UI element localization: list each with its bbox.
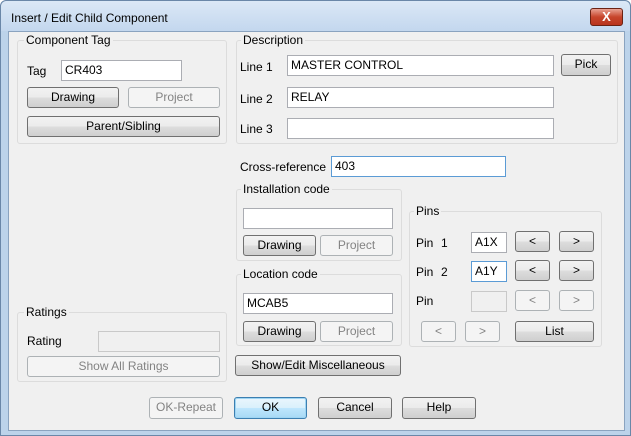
ok-repeat-button[interactable]: OK-Repeat xyxy=(149,397,223,419)
pin1-label: Pin xyxy=(416,236,434,250)
installation-drawing-button[interactable]: Drawing xyxy=(243,235,316,256)
pin2-number: 2 xyxy=(441,265,448,279)
pin1-next-button[interactable]: > xyxy=(559,231,594,252)
line2-label: Line 2 xyxy=(240,92,273,106)
line1-label: Line 1 xyxy=(240,60,273,74)
pins-title: Pins xyxy=(414,204,442,218)
tag-drawing-button[interactable]: Drawing xyxy=(27,87,119,108)
show-all-ratings-button[interactable]: Show All Ratings xyxy=(27,356,220,377)
ratings-title: Ratings xyxy=(24,305,69,319)
pin2-next-button[interactable]: > xyxy=(559,260,594,281)
parent-sibling-button[interactable]: Parent/Sibling xyxy=(27,116,220,137)
location-project-button[interactable]: Project xyxy=(320,321,393,342)
line2-input[interactable]: RELAY xyxy=(287,87,554,108)
pin2-label: Pin xyxy=(416,265,434,279)
pin2-input[interactable]: A1Y xyxy=(471,261,507,282)
cross-reference-input[interactable]: 403 xyxy=(331,156,506,177)
close-icon[interactable]: X xyxy=(590,8,623,26)
installation-code-input[interactable] xyxy=(243,208,393,229)
title-bar[interactable]: Insert / Edit Child Component X xyxy=(1,1,630,31)
tag-input[interactable]: CR403 xyxy=(61,60,182,81)
pin3-input[interactable] xyxy=(471,291,507,312)
tag-label: Tag xyxy=(27,64,47,78)
pins-page-prev-button[interactable]: < xyxy=(421,321,456,342)
ok-button[interactable]: OK xyxy=(234,397,307,419)
dialog-window: Insert / Edit Child Component X Componen… xyxy=(0,0,631,436)
line3-input[interactable] xyxy=(287,118,554,139)
pin3-next-button[interactable]: > xyxy=(559,290,594,311)
location-code-title: Location code xyxy=(241,267,320,281)
pins-page-next-button[interactable]: > xyxy=(465,321,500,342)
pin2-prev-button[interactable]: < xyxy=(515,260,550,281)
component-tag-title: Component Tag xyxy=(24,33,113,47)
location-drawing-button[interactable]: Drawing xyxy=(243,321,316,342)
pins-list-button[interactable]: List xyxy=(515,321,594,342)
description-title: Description xyxy=(241,33,306,47)
help-button[interactable]: Help xyxy=(402,397,476,419)
line3-label: Line 3 xyxy=(240,122,273,136)
rating-input[interactable] xyxy=(98,331,220,352)
pin1-prev-button[interactable]: < xyxy=(515,231,550,252)
pick-button[interactable]: Pick xyxy=(561,54,611,76)
tag-project-button[interactable]: Project xyxy=(128,87,220,108)
pin1-number: 1 xyxy=(441,236,448,250)
installation-project-button[interactable]: Project xyxy=(320,235,393,256)
cross-reference-label: Cross-reference xyxy=(240,160,327,174)
pin3-label: Pin xyxy=(416,294,434,308)
rating-label: Rating xyxy=(27,334,62,348)
cancel-button[interactable]: Cancel xyxy=(318,397,392,419)
show-edit-miscellaneous-button[interactable]: Show/Edit Miscellaneous xyxy=(235,355,401,376)
installation-code-title: Installation code xyxy=(241,182,332,196)
pin1-input[interactable]: A1X xyxy=(471,232,507,253)
window-title: Insert / Edit Child Component xyxy=(11,11,168,25)
location-code-input[interactable]: MCAB5 xyxy=(243,293,393,314)
line1-input[interactable]: MASTER CONTROL xyxy=(287,55,554,76)
dialog-client-area: Component Tag Tag CR403 Drawing Project … xyxy=(8,31,625,431)
pin3-prev-button[interactable]: < xyxy=(515,290,550,311)
